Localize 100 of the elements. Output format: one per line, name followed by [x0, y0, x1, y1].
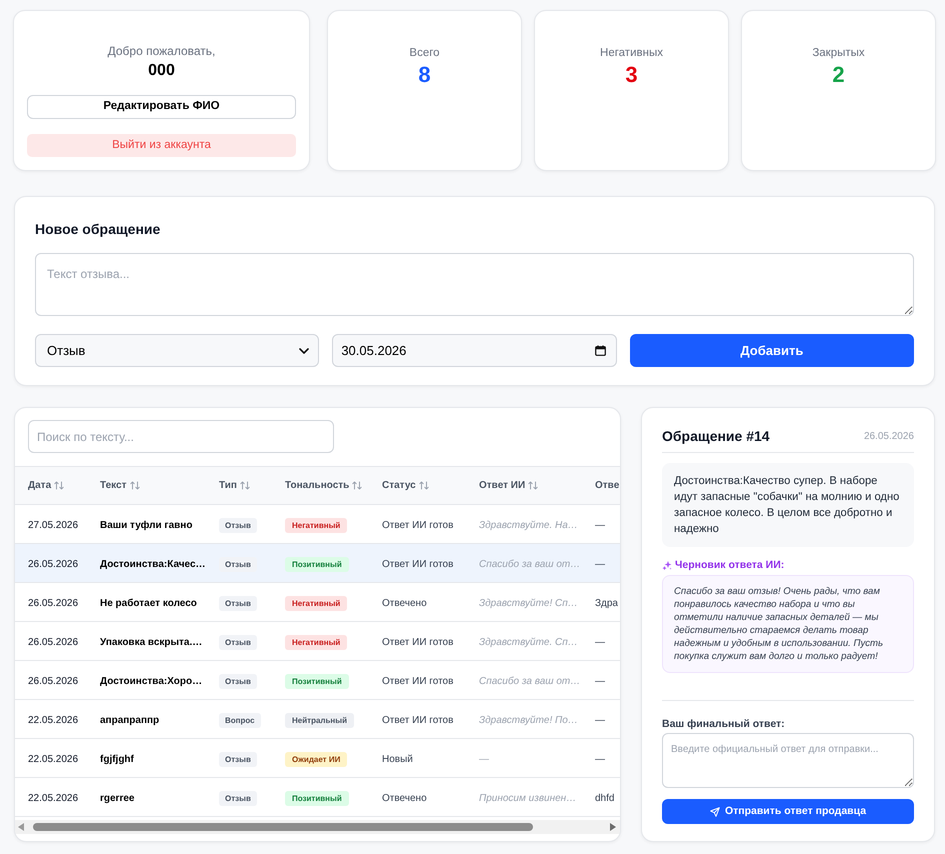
- seller-reply-text: —: [595, 520, 605, 531]
- ai-reply-text: Здравствуйте. Сп…: [479, 637, 578, 648]
- type-badge: Отзыв: [219, 752, 257, 767]
- seller-reply-text: dhfd: [595, 793, 614, 804]
- sentiment-badge: Ожидает ИИ: [285, 752, 348, 767]
- status-text: Ответ ИИ готов: [382, 559, 454, 570]
- column-header[interactable]: Текст: [100, 478, 140, 493]
- date-text: 26.05.2026: [28, 676, 78, 687]
- type-badge: Отзыв: [219, 518, 257, 533]
- sentiment-badge: Негативный: [285, 635, 348, 650]
- table-row[interactable]: 22.05.2026 rgerree Отзыв Позитивный Отвечено Приносим извинен… dhfd: [15, 778, 620, 817]
- status-text: Новый: [382, 754, 413, 765]
- date-text: 26.05.2026: [28, 637, 78, 648]
- date-text: 26.05.2026: [28, 559, 78, 570]
- date-text: 27.05.2026: [28, 520, 78, 531]
- table-row[interactable]: 26.05.2026 Достоинства:Качес… Отзыв Позитивный Ответ ИИ готов Спасибо за ваш от… —: [15, 544, 620, 583]
- table-row[interactable]: 26.05.2026 Достоинства:Хоро… Отзыв Позитивный Ответ ИИ готов Спасибо за ваш от… —: [15, 661, 620, 700]
- stat-label: Негативных: [600, 46, 663, 61]
- column-header[interactable]: Дата: [28, 478, 64, 493]
- draft-label: Черновик ответа ИИ:: [675, 558, 784, 574]
- sort-icon[interactable]: [54, 481, 64, 490]
- date-text: 22.05.2026: [28, 754, 78, 765]
- edit-name-button[interactable]: Редактировать ФИО: [27, 95, 296, 119]
- ai-reply-text: Приносим извинен…: [479, 793, 576, 804]
- column-header[interactable]: Тональность: [285, 478, 362, 493]
- section-title: Новое обращение: [35, 220, 162, 239]
- review-text: Не работает колесо: [100, 598, 197, 609]
- status-text: Ответ ИИ готов: [382, 715, 454, 726]
- stat-value: 8: [418, 62, 431, 88]
- column-header[interactable]: Тип: [219, 478, 250, 493]
- review-text: Упаковка вскрыта.…: [100, 637, 202, 648]
- scroll-right-icon[interactable]: [610, 823, 616, 831]
- type-badge: Отзыв: [219, 635, 257, 650]
- type-select[interactable]: Отзыв: [35, 334, 320, 367]
- date-field[interactable]: 30.05.2026: [332, 334, 617, 367]
- date-text: 26.05.2026: [28, 598, 78, 609]
- sentiment-badge: Негативный: [285, 518, 348, 533]
- final-answer-field[interactable]: Введите официальный ответ для отправки...: [662, 733, 914, 788]
- table-row[interactable]: 27.05.2026 Ваши туфли гавно Отзыв Негативный Ответ ИИ готов Здравствуйте. На… —: [15, 505, 620, 544]
- table-row[interactable]: 26.05.2026 Не работает колесо Отзыв Негативный Отвечено Здравствуйте! Сп… Здра: [15, 583, 620, 622]
- sentiment-badge: Позитивный: [285, 791, 349, 806]
- review-text: Достоинства:Хоро…: [100, 676, 202, 687]
- seller-reply-text: Здра: [595, 598, 618, 609]
- send-reply-button[interactable]: Отправить ответ продавца: [662, 799, 914, 824]
- type-badge: Вопрос: [219, 713, 261, 728]
- stat-value: 2: [832, 62, 845, 88]
- column-header[interactable]: Ответ ИИ: [479, 478, 538, 493]
- status-text: Ответ ИИ готов: [382, 637, 454, 648]
- search-field[interactable]: Поиск по тексту...: [28, 420, 334, 453]
- seller-reply-text: —: [595, 715, 605, 726]
- type-badge: Отзыв: [219, 557, 257, 572]
- seller-reply-text: —: [595, 754, 605, 765]
- date-text: 22.05.2026: [28, 715, 78, 726]
- table-row[interactable]: 22.05.2026 fgjfjghf Отзыв Ожидает ИИ Новый — —: [15, 739, 620, 778]
- calendar-icon[interactable]: [594, 345, 606, 356]
- ai-reply-text: Спасибо за ваш от…: [479, 559, 580, 570]
- sort-icon[interactable]: [352, 481, 362, 490]
- sparkle-icon: [662, 561, 672, 571]
- stat-value: 3: [625, 62, 638, 88]
- sentiment-badge: Нейтральный: [285, 713, 354, 728]
- greeting-text: Добро пожаловать,: [108, 43, 216, 59]
- type-badge: Отзыв: [219, 596, 257, 611]
- review-text: rgerree: [100, 793, 134, 804]
- sort-icon[interactable]: [130, 481, 140, 490]
- status-text: Ответ ИИ готов: [382, 520, 454, 531]
- add-button[interactable]: Добавить: [630, 334, 914, 367]
- chevron-down-icon: [299, 348, 310, 354]
- final-answer-label: Ваш финальный ответ:: [662, 717, 786, 731]
- table-row[interactable]: 22.05.2026 апрапраппр Вопрос Нейтральный Ответ ИИ готов Здравствуйте! По… —: [15, 700, 620, 739]
- table-row[interactable]: 26.05.2026 Упаковка вскрыта.… Отзыв Негативный Ответ ИИ готов Здравствуйте. Сп… —: [15, 622, 620, 661]
- user-name: 000: [148, 61, 175, 81]
- detail-title: Обращение #14: [662, 427, 770, 446]
- horizontal-scrollbar[interactable]: [15, 820, 620, 834]
- sentiment-badge: Позитивный: [285, 557, 349, 572]
- seller-reply-text: —: [595, 637, 605, 648]
- sentiment-badge: Негативный: [285, 596, 348, 611]
- sort-icon[interactable]: [418, 481, 429, 490]
- sort-icon[interactable]: [528, 481, 538, 490]
- type-badge: Отзыв: [219, 791, 257, 806]
- send-icon: [710, 806, 720, 816]
- status-text: Отвечено: [382, 598, 427, 609]
- column-header[interactable]: Отве: [595, 478, 620, 493]
- sentiment-badge: Позитивный: [285, 674, 349, 689]
- date-text: 22.05.2026: [28, 793, 78, 804]
- seller-reply-text: —: [595, 559, 605, 570]
- seller-reply-text: —: [595, 676, 605, 687]
- review-text: Достоинства:Качес…: [100, 559, 206, 570]
- request-text: Достоинства:Качество супер. В наборе идут запасные "собачки" на молнию и одно запасное колесо. В целом все добротно и надежно: [662, 463, 914, 547]
- ai-reply-text: Здравствуйте. На…: [479, 520, 578, 531]
- ai-draft-text: Спасибо за ваш отзыв! Очень рады, что вам понравилось качество набора и что вы отметили наличие запасных деталей — мы действительно стараемся делать товар надежным и удобным в использовании. Пусть покупка служит вам долго и только радует!: [662, 575, 914, 673]
- type-badge: Отзыв: [219, 674, 257, 689]
- column-header[interactable]: Статус: [382, 478, 429, 493]
- sort-icon[interactable]: [240, 481, 250, 490]
- scroll-left-icon[interactable]: [18, 823, 24, 831]
- ai-reply-text: Здравствуйте! По…: [479, 715, 578, 726]
- status-text: Отвечено: [382, 793, 427, 804]
- ai-reply-text: Здравствуйте! Сп…: [479, 598, 578, 609]
- review-text-field[interactable]: Текст отзыва...: [35, 253, 914, 316]
- scrollbar-thumb[interactable]: [33, 823, 533, 831]
- status-text: Ответ ИИ готов: [382, 676, 454, 687]
